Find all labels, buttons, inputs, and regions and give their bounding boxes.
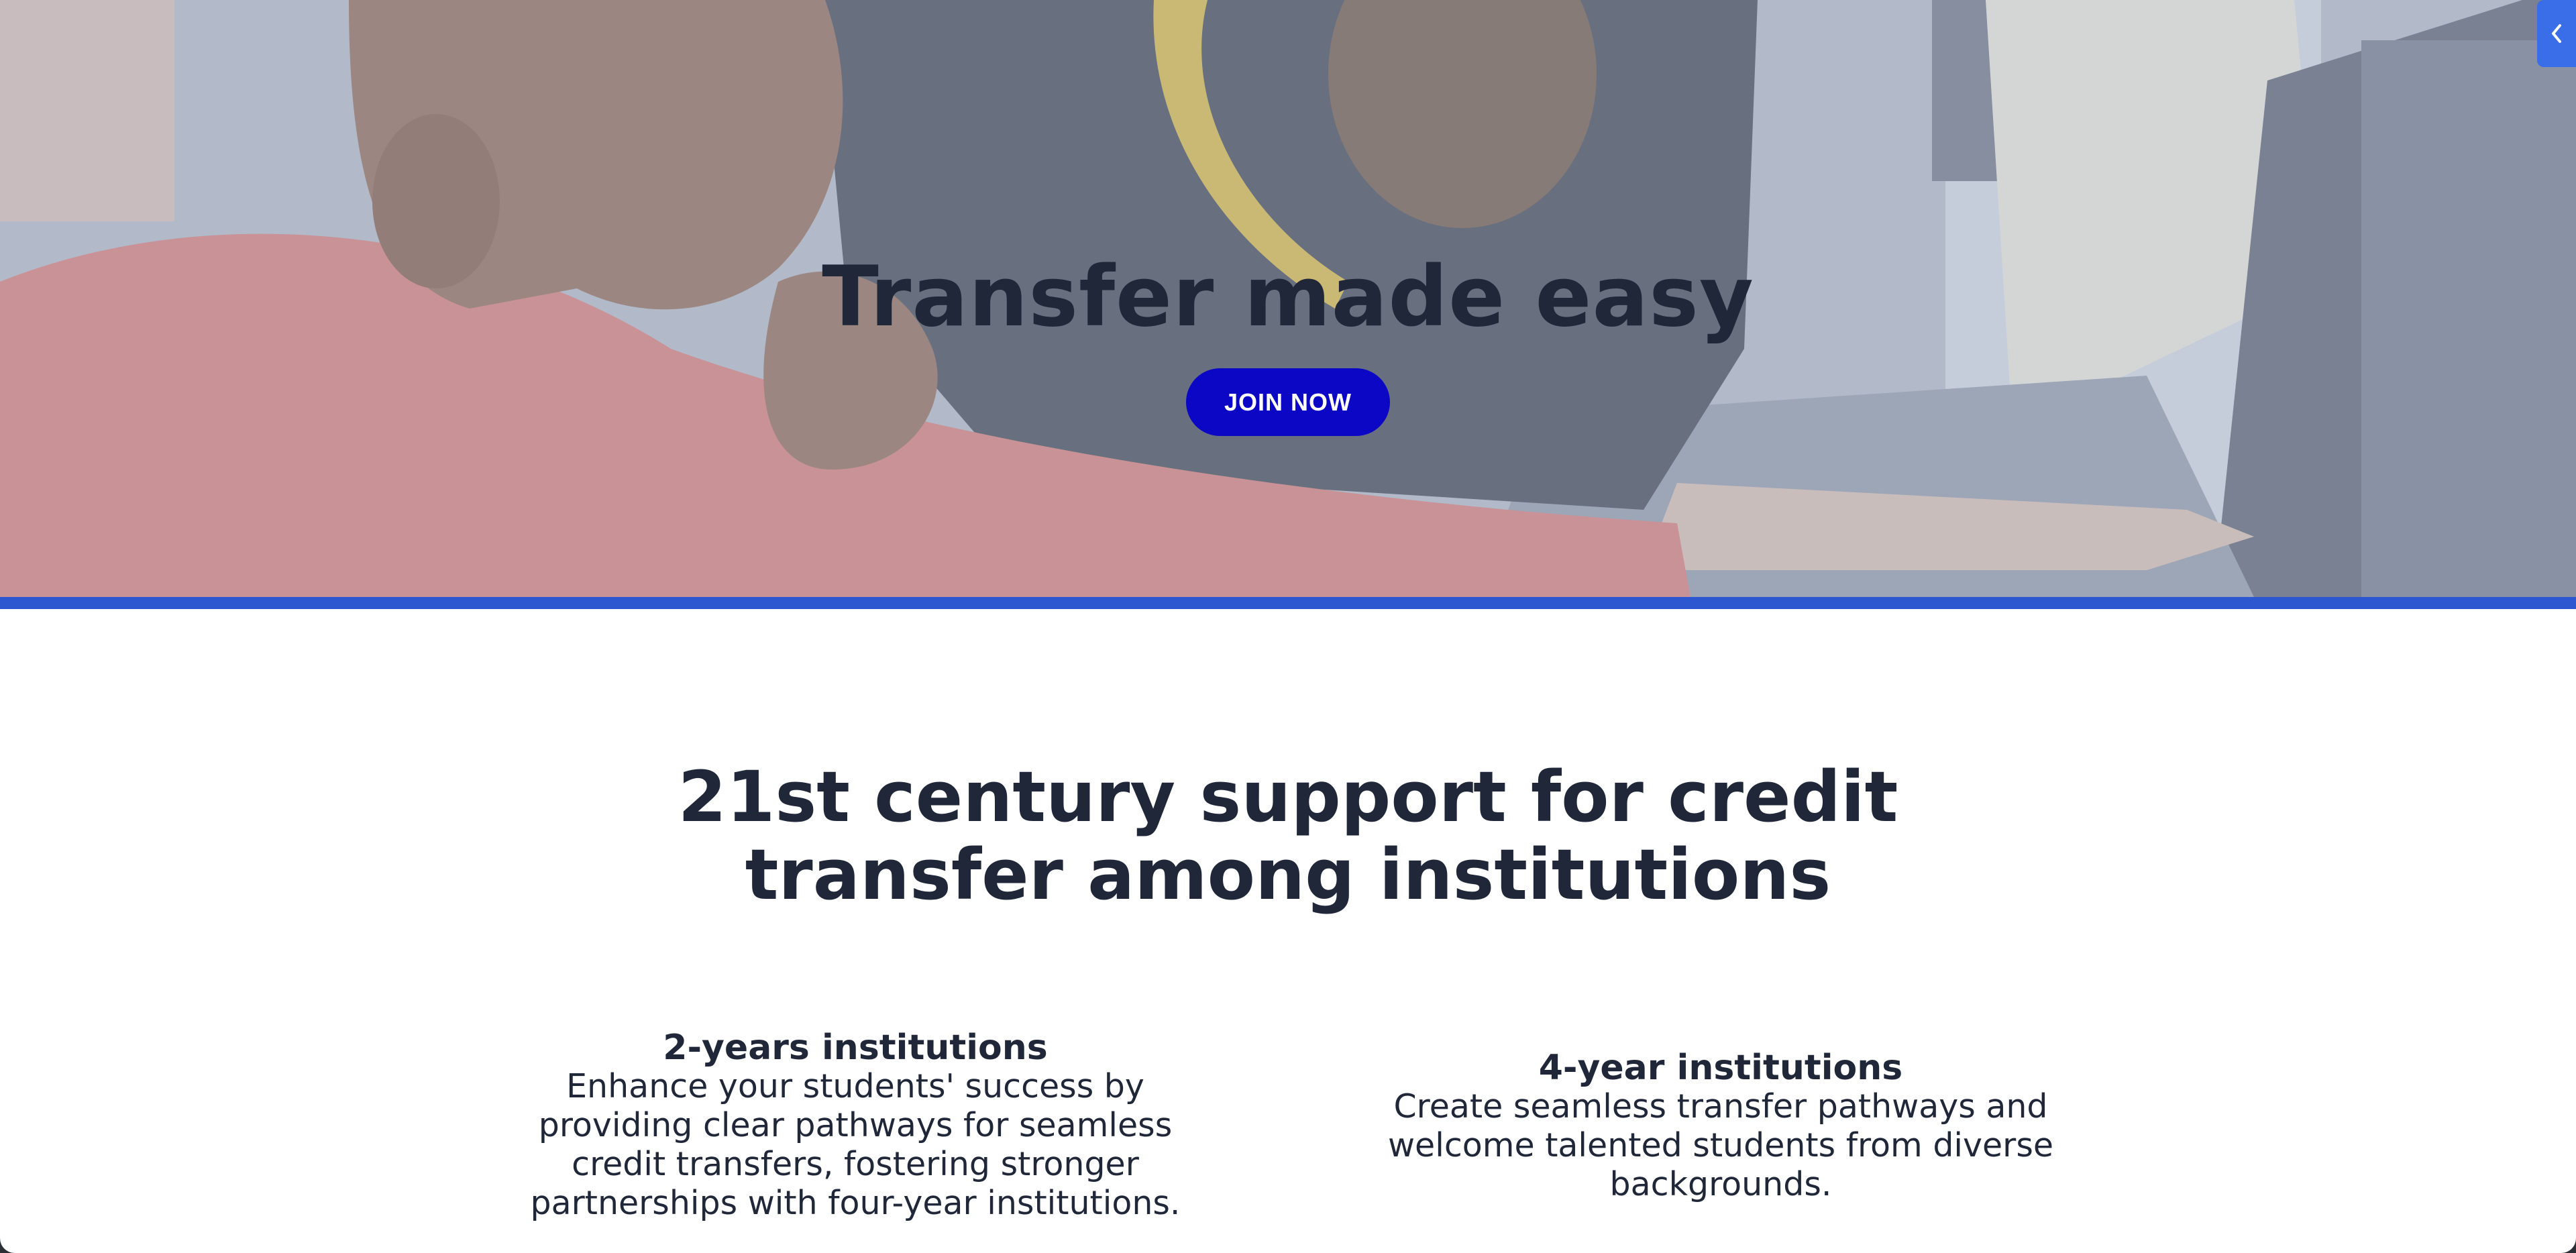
hero-banner: Transfer made easy JOIN NOW — [0, 0, 2576, 597]
card-heading: 2-years institutions — [663, 1028, 1048, 1068]
card-description: Enhance your students' success by provid… — [530, 1067, 1181, 1222]
section-title: 21st century support for credit transfer… — [678, 756, 1898, 916]
hero-title: Transfer made easy — [822, 249, 1754, 345]
accent-divider — [0, 597, 2576, 609]
page: Transfer made easy JOIN NOW 21st century… — [0, 0, 2576, 1253]
four-year-institutions-card: 4-year institutions Create seamless tran… — [1362, 1048, 2080, 1204]
chevron-left-icon — [2552, 24, 2561, 43]
two-year-institutions-card: 2-years institutions Enhance your studen… — [523, 1028, 1187, 1223]
join-now-button[interactable]: JOIN NOW — [1186, 368, 1390, 436]
side-panel-toggle[interactable] — [2537, 0, 2576, 67]
card-description: Create seamless transfer pathways and we… — [1387, 1087, 2053, 1203]
card-heading: 4-year institutions — [1538, 1048, 1903, 1088]
